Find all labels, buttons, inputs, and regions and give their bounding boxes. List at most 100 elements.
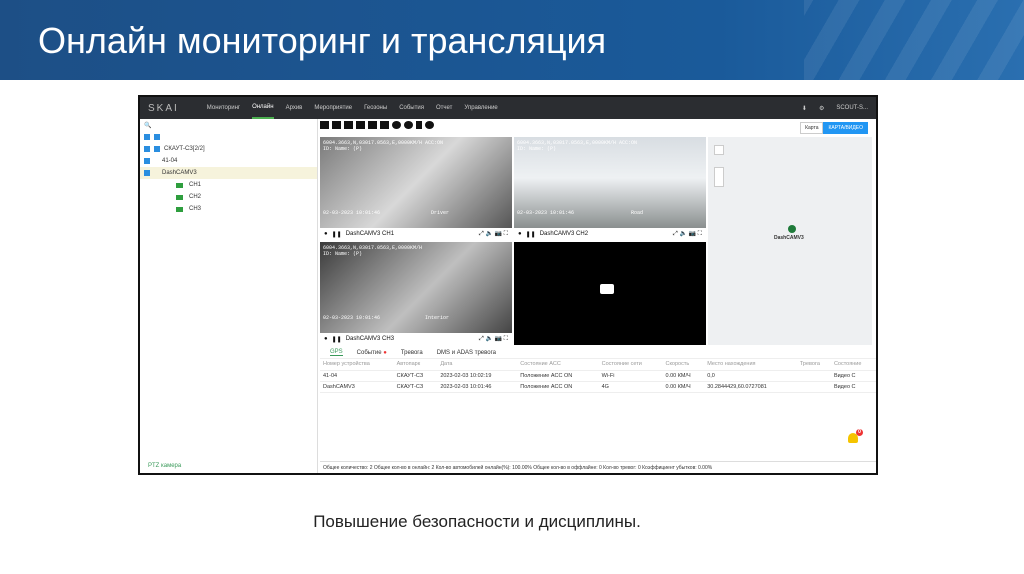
bell-icon[interactable]: 0 (848, 429, 863, 443)
table-cell: 41-04 (320, 370, 394, 382)
tab-dms-adas[interactable]: DMS и ADAS тревога (437, 350, 496, 356)
tab-alarm[interactable]: Тревога (401, 350, 423, 356)
video-label: DashCAMV3 CH1 (345, 231, 395, 237)
nav-geozones[interactable]: Геозоны (364, 97, 387, 119)
tree-group[interactable]: СКАУТ-СЗ[2/2] (140, 143, 317, 155)
table-cell: СКАУТ-СЗ (393, 381, 438, 393)
vehicle-marker[interactable] (788, 225, 796, 233)
column-header[interactable]: Состояние (830, 359, 876, 371)
empty-video-cell[interactable] (514, 242, 706, 345)
video-cell[interactable]: 6004.3663,N,03017.0563,E,0000KM/H ID: Nam… (320, 242, 512, 345)
layout-1-button[interactable] (320, 121, 329, 129)
column-header[interactable]: Место нахождения (704, 359, 797, 371)
stop-icon[interactable]: ● (324, 336, 328, 342)
video-cell[interactable]: 6004.3663,N,03017.0563,E,0000KM/H ACC:ON… (320, 137, 512, 240)
gear-icon[interactable]: ⚙ (819, 105, 824, 112)
table-row[interactable]: 41-04 СКАУТ-СЗ 2023-02-03 10:02:19 Положени… (320, 370, 876, 382)
header-band: Онлайн мониторинг и трансляция (0, 0, 1024, 80)
nav-report[interactable]: Отчет (436, 97, 452, 119)
video-label: DashCAMV3 CH2 (539, 231, 589, 237)
collapse-icon[interactable] (154, 146, 160, 152)
table-cell: 4G (598, 381, 663, 393)
map-view[interactable]: DashCAMV3 (708, 137, 872, 345)
column-header[interactable]: Состояние сети (598, 359, 663, 371)
tree-device[interactable]: DashCAMV3 (140, 167, 317, 179)
layout-9-button[interactable] (356, 121, 365, 129)
play-button[interactable] (404, 121, 413, 129)
stop-icon[interactable]: ● (518, 231, 522, 237)
device-tree: 🔍 СКАУТ-СЗ[2/2] 41-04 DashCAMV3 CH1 CH2 … (140, 119, 318, 473)
layout-16-button[interactable] (368, 121, 377, 129)
column-header[interactable]: Скорость (662, 359, 705, 371)
stop-icon[interactable]: ● (324, 231, 328, 237)
tree-device[interactable]: 41-04 (140, 155, 317, 167)
pause-icon[interactable]: ❚❚ (332, 336, 342, 343)
checkbox[interactable] (144, 134, 150, 140)
map-video-button[interactable]: КАРТА/ВИДЕО (823, 122, 868, 134)
user-menu[interactable]: SCOUT-S... (836, 105, 868, 111)
osd-text: ID: Name: (P) (323, 251, 363, 257)
nav-archive[interactable]: Архив (286, 97, 303, 119)
video-controls[interactable]: ⤢ 🔈 📷 ⛶ (673, 230, 702, 238)
osd-camera-tag: Driver (430, 210, 449, 216)
nav-management[interactable]: Управление (464, 97, 497, 119)
checkbox[interactable] (144, 170, 150, 176)
table-cell: Положение ACC ON (517, 381, 599, 393)
video-cell[interactable]: 6004.3663,N,03017.0563,E,0000KM/H ACC:ON… (514, 137, 706, 240)
column-header[interactable]: Состояние ACC (517, 359, 599, 371)
stop-button[interactable] (425, 121, 434, 129)
camera-icon (176, 194, 183, 200)
download-icon[interactable]: ⬇ (802, 105, 807, 112)
column-header[interactable]: Номер устройства (320, 359, 394, 371)
table-cell: 0.00 КМ/Ч (662, 370, 705, 382)
layout-6-button[interactable] (344, 121, 353, 129)
pause-icon[interactable]: ❚❚ (332, 231, 342, 238)
osd-time: 02-03-2023 10:01:46 (517, 210, 575, 216)
map-layers-icon[interactable] (714, 145, 724, 155)
nav-events-plan[interactable]: Мероприятие (314, 97, 352, 119)
search-icon[interactable]: 🔍 (144, 122, 151, 129)
pause-button[interactable] (416, 121, 422, 129)
table-cell: 0,0 (704, 370, 797, 382)
nav-events[interactable]: События (399, 97, 424, 119)
logo: SKAI (148, 102, 179, 114)
table-cell: 0.00 КМ/Ч (662, 381, 705, 393)
table-cell: Wi-Fi (598, 370, 663, 382)
column-header[interactable]: Автопарк (393, 359, 438, 371)
osd-camera-tag: Road (630, 210, 643, 216)
tree-channel[interactable]: CH3 (140, 203, 317, 215)
column-header[interactable]: Тревога (796, 359, 831, 371)
layout-4-button[interactable] (332, 121, 341, 129)
column-header[interactable]: Дата (437, 359, 518, 371)
osd-time: 02-03-2023 10:01:46 (323, 315, 381, 321)
table-row[interactable]: DashCAMV3 СКАУТ-СЗ 2023-02-03 10:01:46 Поло… (320, 381, 876, 393)
pause-icon[interactable]: ❚❚ (526, 231, 536, 238)
video-controls[interactable]: ⤢ 🔈 📷 ⛶ (479, 230, 508, 238)
fullscreen-button[interactable] (380, 121, 389, 129)
table-cell: DashCAMV3 (320, 381, 394, 393)
table-cell: Видео С (830, 381, 876, 393)
device-label: 41-04 (162, 158, 178, 164)
checkbox[interactable] (144, 158, 150, 164)
search-row[interactable]: 🔍 (140, 119, 317, 131)
table-cell: 30.2844429,60.0727081 (704, 381, 797, 393)
expand-icon[interactable] (154, 134, 160, 140)
tab-event[interactable]: Событие ● (357, 350, 387, 356)
tab-gps[interactable]: GPS (330, 349, 343, 356)
zoom-in-button[interactable] (714, 167, 724, 187)
ptz-camera-link[interactable]: PTZ камера (148, 463, 181, 469)
checkbox[interactable] (144, 146, 150, 152)
bell-badge: 0 (856, 429, 863, 436)
channel-label: CH1 (189, 182, 202, 188)
map-button[interactable]: Карта (800, 122, 824, 134)
nav-monitoring[interactable]: Мониторинг (207, 97, 240, 119)
info-panel: GPS Событие ● Тревога DMS и ADAS тревога Но… (320, 347, 876, 459)
video-label: DashCAMV3 CH3 (345, 336, 395, 342)
slide-caption: Повышение безопасности и дисциплины. (313, 512, 641, 531)
record-button[interactable] (392, 121, 401, 129)
nav-online[interactable]: Онлайн (252, 97, 274, 119)
table-cell: СКАУТ-СЗ (393, 370, 438, 382)
video-controls[interactable]: ⤢ 🔈 📷 ⛶ (479, 335, 508, 343)
tree-channel[interactable]: CH1 (140, 179, 317, 191)
tree-channel[interactable]: CH2 (140, 191, 317, 203)
